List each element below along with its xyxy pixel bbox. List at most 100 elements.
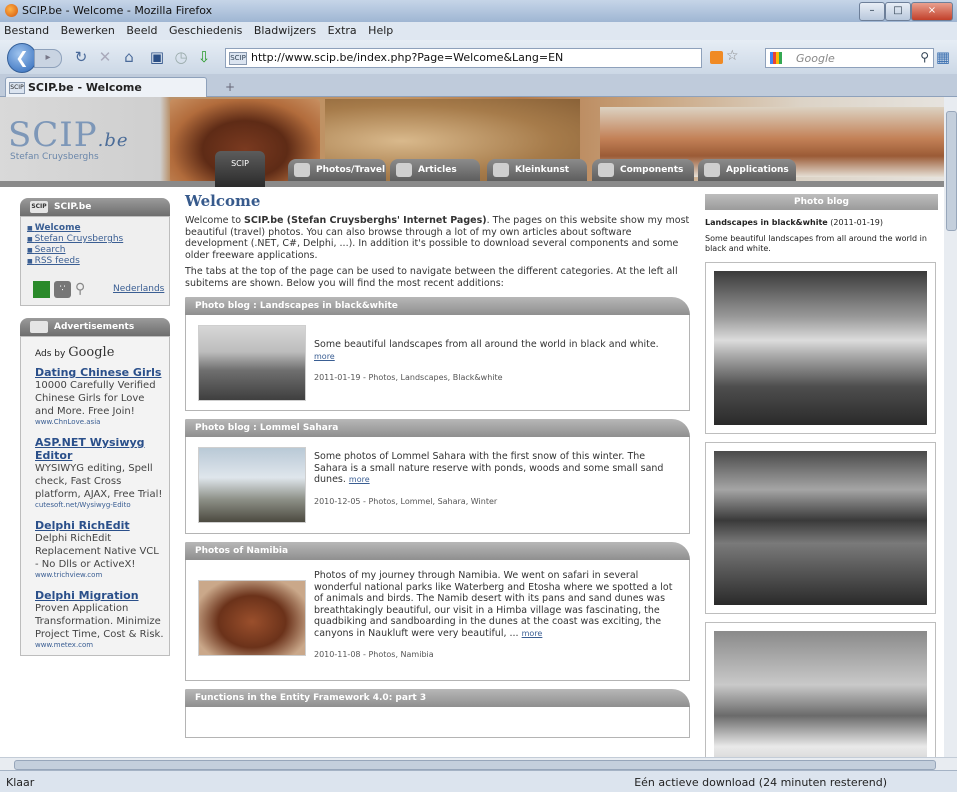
stop-icon[interactable]: ✕ (96, 48, 114, 66)
language-link[interactable]: Nederlands (113, 284, 164, 294)
intro-pre: Welcome to (185, 215, 245, 226)
card-body: Photos of my journey through Namibia. We… (185, 560, 690, 681)
blog-photo-3[interactable] (705, 622, 936, 757)
recent-item-card: Photos of Namibia Photos of my journey t… (185, 542, 690, 681)
card-thumbnail[interactable] (198, 447, 306, 523)
download-icon[interactable]: ⇩ (195, 48, 213, 66)
ad-title[interactable]: Delphi Migration (35, 589, 165, 602)
scip-box-header: SCIP SCIP.be (20, 198, 170, 216)
scip-home-tab[interactable]: SCIP (215, 151, 265, 187)
menu-bestand[interactable]: Bestand (4, 22, 49, 40)
rss-icon[interactable]: ∵ (54, 281, 71, 298)
ads-title: Advertisements (54, 322, 135, 332)
horizontal-scroll-thumb[interactable] (14, 760, 936, 770)
scip-box-icon: SCIP (30, 200, 48, 213)
post-title[interactable]: Landscapes in black&white (705, 218, 828, 227)
status-text: Klaar (6, 776, 35, 789)
card-thumbnail[interactable] (198, 325, 306, 401)
link-search[interactable]: Search (27, 245, 163, 256)
search-field[interactable]: Google ⚲ (765, 48, 934, 68)
ad-item[interactable]: Delphi RichEdit Delphi RichEdit Replacem… (21, 515, 169, 585)
download-status[interactable]: Eén actieve download (24 minuten restere… (634, 776, 887, 789)
blog-photo-1[interactable] (705, 262, 936, 434)
menu-beeld[interactable]: Beeld (126, 22, 157, 40)
ad-url[interactable]: cutesoft.net/Wysiwyg-Edito (35, 501, 165, 509)
history-icon[interactable]: ◷ (172, 48, 190, 66)
menu-bewerken[interactable]: Bewerken (61, 22, 115, 40)
nav-applications[interactable]: Applications (698, 159, 796, 181)
grid-menu-icon[interactable]: ▦ (934, 48, 952, 66)
card-thumbnail[interactable] (198, 580, 306, 656)
ad-item[interactable]: ASP.NET Wysiwyg Editor WYSIWYG editing, … (21, 432, 169, 515)
back-button[interactable]: ❮ (7, 43, 37, 73)
url-text[interactable]: http://www.scip.be/index.php?Page=Welcom… (251, 51, 563, 64)
card-body (185, 707, 690, 738)
ad-title[interactable]: Dating Chinese Girls (35, 366, 165, 379)
tab-scip-welcome[interactable]: SCIP SCIP.be - Welcome (5, 77, 207, 97)
minimize-button[interactable]: – (859, 2, 885, 21)
link-welcome[interactable]: Welcome (27, 223, 163, 234)
menu-bladwijzers[interactable]: Bladwijzers (254, 22, 316, 40)
more-link[interactable]: more (522, 629, 543, 638)
rss-feed-icon[interactable] (710, 51, 723, 64)
card-title[interactable]: Photos of Namibia (185, 542, 690, 560)
bookmark-panel-icon[interactable]: ▣ (148, 48, 166, 66)
nav-photos-label: Photos/Travel (316, 165, 386, 175)
ad-url[interactable]: www.trichview.com (35, 571, 165, 579)
recent-item-card: Photo blog : Landscapes in black&white S… (185, 297, 690, 411)
link-rss-feeds[interactable]: RSS feeds (27, 256, 163, 267)
recent-item-card: Photo blog : Lommel Sahara Some photos o… (185, 419, 690, 534)
menu-extra[interactable]: Extra (328, 22, 357, 40)
main-content: Welcome Welcome to SCIP.be (Stefan Cruys… (185, 192, 690, 738)
menu-help[interactable]: Help (368, 22, 393, 40)
blog-photo-2[interactable] (705, 442, 936, 614)
google-engine-icon[interactable] (770, 52, 782, 64)
magnifier-icon[interactable]: ⚲ (75, 281, 85, 297)
address-bar[interactable]: SCIP http://www.scip.be/index.php?Page=W… (225, 48, 702, 68)
vertical-scroll-thumb[interactable] (946, 111, 957, 231)
ad-title[interactable]: Delphi RichEdit (35, 519, 165, 532)
photo-blog-post[interactable]: Landscapes in black&white (2011-01-19) (705, 218, 938, 228)
browser-window: SCIP.be - Welcome - Mozilla Firefox – □ … (0, 0, 957, 792)
card-description: Some beautiful landscapes from all aroun… (314, 339, 659, 350)
more-link[interactable]: more (314, 352, 335, 361)
ads-header: Advertisements (20, 318, 170, 336)
green-square-icon[interactable] (33, 281, 50, 298)
nav-articles-label: Articles (418, 165, 457, 175)
scip-box-title: SCIP.be (54, 202, 92, 212)
music-note-icon (493, 162, 509, 177)
link-stefan-cruysberghs[interactable]: Stefan Cruysberghs (27, 234, 163, 245)
ad-item[interactable]: Dating Chinese Girls 10000 Carefully Ver… (21, 362, 169, 432)
logo-be: .be (97, 130, 129, 151)
ad-title[interactable]: ASP.NET Wysiwyg Editor (35, 436, 165, 462)
ad-item[interactable]: Delphi Migration Proven Application Tran… (21, 585, 169, 655)
nav-components[interactable]: Components (592, 159, 694, 181)
ads-by-google[interactable]: Ads by Google (21, 337, 169, 362)
photo-blog-header: Photo blog (705, 194, 938, 210)
card-title[interactable]: Functions in the Entity Framework 4.0: p… (185, 689, 690, 707)
search-icon[interactable]: ⚲ (920, 50, 929, 64)
ad-body: Proven Application Transformation. Minim… (35, 603, 164, 640)
forward-button[interactable]: ▸ (34, 49, 62, 68)
ad-url[interactable]: www.metex.com (35, 641, 165, 649)
home-icon[interactable]: ⌂ (120, 48, 138, 66)
reload-icon[interactable]: ↻ (72, 48, 90, 66)
close-button[interactable]: × (911, 2, 953, 21)
ad-url[interactable]: www.ChnLove.asia (35, 418, 165, 426)
horizontal-scrollbar[interactable] (0, 757, 957, 771)
card-title[interactable]: Photo blog : Landscapes in black&white (185, 297, 690, 315)
card-title[interactable]: Photo blog : Lommel Sahara (185, 419, 690, 437)
nav-kleinkunst[interactable]: Kleinkunst (487, 159, 587, 181)
maximize-button[interactable]: □ (885, 2, 911, 21)
title-bar: SCIP.be - Welcome - Mozilla Firefox – □ … (0, 0, 957, 22)
vertical-scrollbar[interactable] (944, 97, 957, 757)
bookmark-star-icon[interactable]: ☆ (726, 48, 739, 64)
more-link[interactable]: more (349, 475, 370, 484)
site-logo[interactable]: SCIP.be (8, 115, 129, 155)
nav-photos-travel[interactable]: Photos/Travel (288, 159, 386, 181)
right-sidebar: Photo blog Landscapes in black&white (20… (705, 194, 938, 757)
new-tab-button[interactable]: + (225, 80, 235, 94)
nav-articles[interactable]: Articles (390, 159, 480, 181)
photo-monument-valley-image (714, 451, 927, 605)
menu-geschiedenis[interactable]: Geschiedenis (169, 22, 242, 40)
